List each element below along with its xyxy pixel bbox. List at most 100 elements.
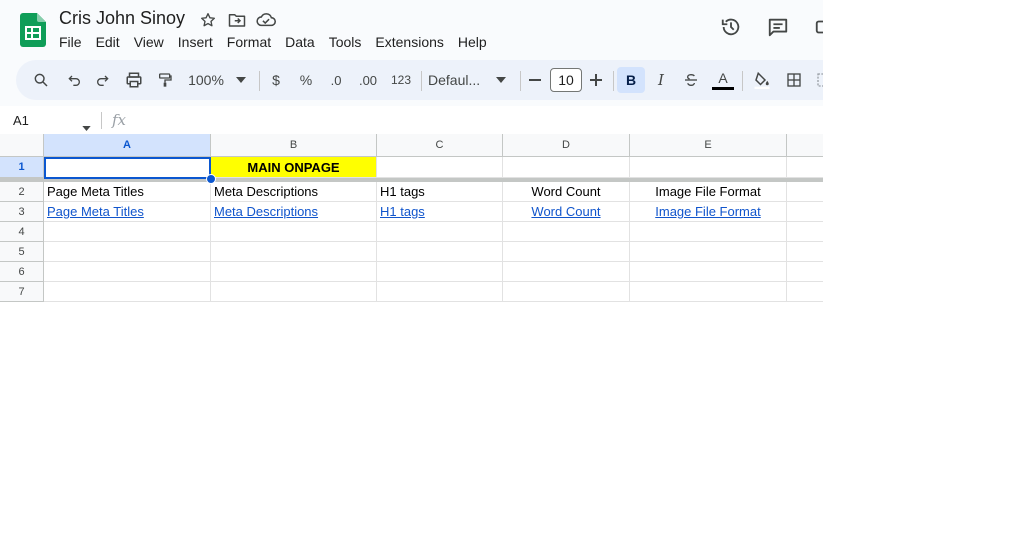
row-header-2[interactable]: 2 <box>0 182 44 202</box>
cell-f4[interactable] <box>787 222 823 242</box>
menu-data[interactable]: Data <box>278 33 322 51</box>
print-icon[interactable] <box>121 67 147 93</box>
cell-f6[interactable] <box>787 262 823 282</box>
row-header-6[interactable]: 6 <box>0 262 44 282</box>
column-header-f[interactable] <box>787 134 823 157</box>
italic-button[interactable]: I <box>648 67 674 93</box>
menu-insert[interactable]: Insert <box>171 33 220 51</box>
zoom-dropdown-icon[interactable] <box>228 67 254 93</box>
menu-help[interactable]: Help <box>451 33 494 51</box>
cell-c5[interactable] <box>377 242 503 262</box>
cell-e2[interactable]: Image File Format <box>630 182 787 202</box>
cell-e5[interactable] <box>630 242 787 262</box>
cell-b1[interactable]: MAIN ONPAGE <box>211 157 377 178</box>
cell-e1[interactable] <box>630 157 787 178</box>
currency-format-button[interactable]: $ <box>263 67 289 93</box>
cell-c1[interactable] <box>377 157 503 178</box>
cell-c7[interactable] <box>377 282 503 302</box>
increase-decimal-button[interactable]: .00 <box>353 67 383 93</box>
bold-button[interactable]: B <box>617 67 645 93</box>
redo-icon[interactable] <box>90 67 116 93</box>
font-size-input[interactable]: 10 <box>550 68 582 92</box>
cell-b2[interactable]: Meta Descriptions <box>211 182 377 202</box>
column-header-c[interactable]: C <box>377 134 503 157</box>
cell-c3[interactable]: H1 tags <box>377 202 503 222</box>
name-box[interactable]: A1 <box>13 113 29 128</box>
cell-b3[interactable]: Meta Descriptions <box>211 202 377 222</box>
cell-f7[interactable] <box>787 282 823 302</box>
menu-edit[interactable]: Edit <box>89 33 127 51</box>
cell-f3[interactable] <box>787 202 823 222</box>
row-header-4[interactable]: 4 <box>0 222 44 242</box>
fill-color-icon[interactable] <box>749 67 775 93</box>
column-header-d[interactable]: D <box>503 134 630 157</box>
text-color-button[interactable]: A <box>710 67 736 93</box>
cell-d4[interactable] <box>503 222 630 242</box>
cell-c2[interactable]: H1 tags <box>377 182 503 202</box>
version-history-icon[interactable] <box>718 14 744 40</box>
borders-icon[interactable] <box>781 67 807 93</box>
more-formats-button[interactable]: 123 <box>387 67 415 93</box>
cell-a4[interactable] <box>44 222 211 242</box>
search-icon[interactable] <box>28 67 54 93</box>
fill-handle[interactable] <box>206 174 216 184</box>
cell-f2[interactable] <box>787 182 823 202</box>
comment-icon[interactable] <box>765 14 791 40</box>
column-header-b[interactable]: B <box>211 134 377 157</box>
cell-f1[interactable] <box>787 157 823 178</box>
cell-b6[interactable] <box>211 262 377 282</box>
cell-a7[interactable] <box>44 282 211 302</box>
select-all-corner[interactable] <box>0 134 44 157</box>
cell-a2[interactable]: Page Meta Titles <box>44 182 211 202</box>
menu-file[interactable]: File <box>52 33 89 51</box>
cell-d6[interactable] <box>503 262 630 282</box>
cell-c6[interactable] <box>377 262 503 282</box>
cell-b4[interactable] <box>211 222 377 242</box>
cell-b5[interactable] <box>211 242 377 262</box>
decrease-decimal-button[interactable]: .0 <box>323 67 349 93</box>
zoom-value[interactable]: 100% <box>186 67 226 93</box>
menu-format[interactable]: Format <box>220 33 278 51</box>
cell-e3[interactable]: Image File Format <box>630 202 787 222</box>
cell-c4[interactable] <box>377 222 503 242</box>
row-header-7[interactable]: 7 <box>0 282 44 302</box>
menu-tools[interactable]: Tools <box>322 33 369 51</box>
cell-e6[interactable] <box>630 262 787 282</box>
sheets-logo[interactable] <box>20 13 46 47</box>
decrease-font-size-button[interactable] <box>522 67 548 93</box>
cell-a3[interactable]: Page Meta Titles <box>44 202 211 222</box>
document-title[interactable]: Cris John Sinoy <box>59 8 185 29</box>
undo-icon[interactable] <box>61 67 87 93</box>
cell-d2[interactable]: Word Count <box>503 182 630 202</box>
cell-e4[interactable] <box>630 222 787 242</box>
row-header-1[interactable]: 1 <box>0 157 44 178</box>
cell-d5[interactable] <box>503 242 630 262</box>
cloud-status-icon[interactable] <box>256 10 276 30</box>
menu-view[interactable]: View <box>127 33 171 51</box>
move-folder-icon[interactable] <box>227 10 247 30</box>
video-call-icon[interactable] <box>812 14 823 40</box>
font-dropdown-icon[interactable] <box>488 67 514 93</box>
column-header-a[interactable]: A <box>44 134 211 157</box>
row-header-3[interactable]: 3 <box>0 202 44 222</box>
sheets-app: Cris John Sinoy File Edit View Insert Fo… <box>0 0 823 546</box>
percent-format-button[interactable]: % <box>293 67 319 93</box>
cell-d3[interactable]: Word Count <box>503 202 630 222</box>
paint-format-icon[interactable] <box>152 67 178 93</box>
column-header-e[interactable]: E <box>630 134 787 157</box>
cell-a6[interactable] <box>44 262 211 282</box>
cell-a5[interactable] <box>44 242 211 262</box>
cell-d7[interactable] <box>503 282 630 302</box>
cell-f5[interactable] <box>787 242 823 262</box>
strikethrough-icon[interactable] <box>678 67 704 93</box>
merge-cells-icon[interactable] <box>811 67 823 93</box>
menu-extensions[interactable]: Extensions <box>368 33 450 51</box>
star-icon[interactable] <box>198 10 218 30</box>
cell-e7[interactable] <box>630 282 787 302</box>
row-header-5[interactable]: 5 <box>0 242 44 262</box>
cell-b7[interactable] <box>211 282 377 302</box>
cell-d1[interactable] <box>503 157 630 178</box>
text-color-label: A <box>718 69 728 86</box>
increase-font-size-button[interactable] <box>583 67 609 93</box>
font-family-select[interactable]: Defaul... <box>428 67 490 93</box>
